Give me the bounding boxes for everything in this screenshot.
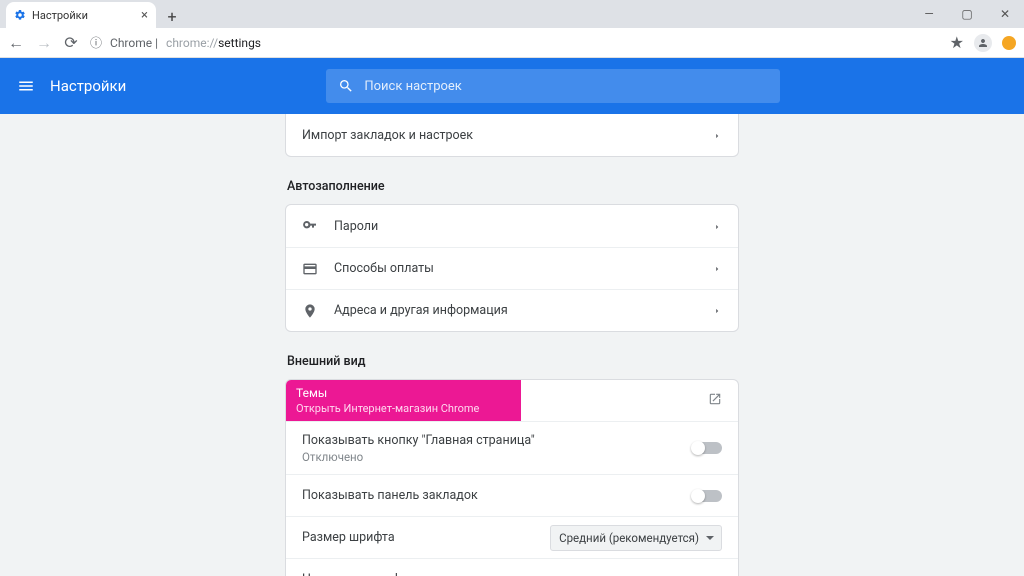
window-controls: — ▢ ✕ (910, 0, 1024, 28)
row-label: Показывать панель закладок (302, 488, 478, 503)
search-icon (338, 78, 354, 94)
row-sublabel: Открыть Интернет-магазин Chrome (296, 402, 511, 415)
autofill-card: Пароли Способы оплаты Адреса и другая ин… (285, 204, 739, 332)
toggle-off[interactable] (692, 442, 722, 454)
chevron-right-icon (712, 259, 722, 278)
addresses-row[interactable]: Адреса и другая информация (286, 289, 738, 331)
new-tab-button[interactable]: + (160, 4, 184, 28)
page-title: Настройки (50, 77, 126, 95)
url-scheme: chrome://settings (166, 36, 261, 50)
row-label: Темы (296, 386, 511, 400)
show-bookmarks-bar-row[interactable]: Показывать панель закладок (286, 474, 738, 516)
notification-badge[interactable] (1002, 36, 1016, 50)
omnibox[interactable]: ⓘ Chrome | chrome://settings (90, 34, 938, 51)
maximize-button[interactable]: ▢ (948, 0, 986, 28)
back-button[interactable]: ← (8, 33, 22, 53)
chevron-right-icon (712, 126, 722, 145)
forward-button[interactable]: → (36, 33, 50, 53)
open-external-icon[interactable] (708, 391, 722, 410)
row-label: Импорт закладок и настроек (302, 128, 473, 143)
menu-button[interactable] (14, 77, 38, 95)
chevron-right-icon (712, 570, 722, 576)
font-size-select[interactable]: Средний (рекомендуется) (550, 525, 722, 551)
row-label: Адреса и другая информация (334, 303, 508, 318)
nav-buttons: ← → ⟳ (8, 33, 78, 53)
tab-strip: Настройки × + — ▢ ✕ (0, 0, 1024, 28)
gear-icon (14, 9, 26, 21)
reload-button[interactable]: ⟳ (64, 33, 78, 52)
chevron-right-icon (712, 301, 722, 320)
chevron-right-icon (712, 217, 722, 236)
location-icon (302, 303, 334, 319)
url-host: Chrome | (110, 36, 158, 50)
bookmark-star-icon[interactable]: ★ (950, 33, 964, 52)
customize-fonts-row[interactable]: Настроить шрифты (286, 558, 738, 576)
select-value: Средний (рекомендуется) (559, 531, 699, 545)
show-home-button-row[interactable]: Показывать кнопку "Главная страница" Отк… (286, 422, 738, 474)
row-label: Показывать кнопку "Главная страница" (302, 433, 535, 448)
toggle-off[interactable] (692, 490, 722, 502)
close-icon[interactable]: × (141, 8, 148, 23)
settings-search[interactable] (326, 69, 780, 103)
close-window-button[interactable]: ✕ (986, 0, 1024, 28)
row-label: Пароли (334, 219, 378, 234)
row-label: Способы оплаты (334, 261, 434, 276)
font-size-row: Размер шрифта Средний (рекомендуется) (286, 516, 738, 558)
tab-title: Настройки (32, 9, 88, 22)
browser-tab[interactable]: Настройки × (6, 2, 156, 28)
minimize-button[interactable]: — (910, 0, 948, 28)
row-label: Размер шрифта (302, 530, 395, 545)
import-bookmarks-row[interactable]: Импорт закладок и настроек (286, 114, 738, 156)
address-bar: ← → ⟳ ⓘ Chrome | chrome://settings ★ (0, 28, 1024, 58)
key-icon (302, 218, 334, 234)
passwords-row[interactable]: Пароли (286, 205, 738, 247)
search-input[interactable] (364, 79, 768, 94)
settings-header: Настройки (0, 58, 1024, 114)
appearance-card: Темы Открыть Интернет-магазин Chrome Пок… (285, 379, 739, 576)
row-sublabel: Отключено (302, 450, 535, 464)
profile-button[interactable] (974, 34, 992, 52)
payment-methods-row[interactable]: Способы оплаты (286, 247, 738, 289)
section-title-autofill: Автозаполнение (287, 179, 739, 194)
settings-viewport[interactable]: Импорт закладок и настроек Автозаполнени… (0, 114, 1024, 576)
site-info-icon[interactable]: ⓘ (90, 34, 102, 51)
row-label: Настроить шрифты (302, 572, 416, 576)
themes-row[interactable]: Темы Открыть Интернет-магазин Chrome (286, 380, 521, 421)
credit-card-icon (302, 261, 334, 277)
section-title-appearance: Внешний вид (287, 354, 739, 369)
